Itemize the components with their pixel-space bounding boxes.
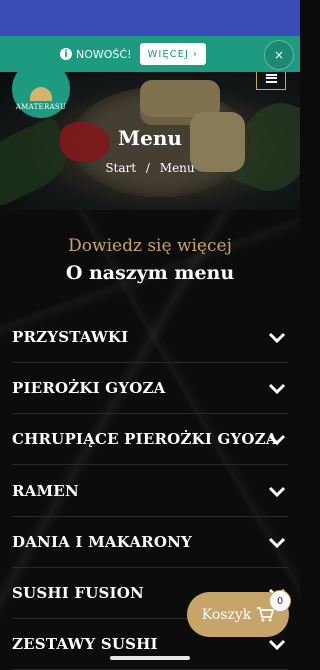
accordion-item-pierozki-gyoza[interactable]: PIEROŻKI GYOZA	[12, 363, 288, 414]
cart-count-badge: 0	[269, 590, 291, 612]
breadcrumb: Start / Menu	[0, 161, 300, 175]
section-subtitle: Dowiedz się więcej	[68, 236, 232, 256]
more-button[interactable]: WIĘCEJ ›	[139, 43, 206, 65]
accordion-item-dania-i-makarony[interactable]: DANIA I MAKARONY	[12, 517, 288, 568]
breadcrumb-start-link[interactable]: Start	[105, 161, 136, 175]
cart-label: Koszyk	[201, 606, 252, 623]
accordion-item-chrupiace-pierozki-gyoza[interactable]: CHRUPIĄCE PIEROŻKI GYOZA	[12, 414, 288, 465]
logo-mark-icon	[30, 87, 52, 101]
notice-bar: i NOWOŚĆ! WIĘCEJ › ×	[0, 36, 300, 72]
accordion-item-ramen[interactable]: RAMEN	[12, 466, 288, 517]
info-icon: i	[60, 48, 72, 60]
close-icon: ×	[273, 48, 285, 62]
notice-text: NOWOŚĆ!	[76, 47, 132, 61]
status-bar	[0, 0, 300, 36]
menu-toggle-button[interactable]	[256, 72, 286, 90]
chevron-down-icon	[268, 537, 286, 549]
section-title: O naszym menu	[65, 262, 235, 284]
chevron-down-icon	[268, 332, 286, 344]
notice-content: i NOWOŚĆ! WIĘCEJ ›	[60, 42, 206, 66]
accordion-label: RAMEN	[12, 482, 79, 500]
cart-button[interactable]: Koszyk 0	[187, 590, 291, 637]
accordion-item-przystawki[interactable]: PRZYSTAWKI	[12, 312, 288, 363]
accordion-label: SUSHI FUSION	[12, 584, 144, 602]
logo-text: AMATERASU	[15, 103, 67, 111]
breadcrumb-separator: /	[145, 161, 150, 175]
chevron-down-icon	[268, 639, 286, 651]
page-title: Menu	[118, 126, 182, 150]
close-notice-button[interactable]: ×	[264, 40, 294, 70]
accordion-label: ZESTAWY SUSHI	[12, 635, 158, 653]
more-button-label: WIĘCEJ	[147, 48, 189, 60]
hero-banner: AMATERASU Menu Start / Menu	[0, 72, 300, 210]
chevron-down-icon	[268, 434, 286, 446]
breadcrumb-current: Menu	[159, 161, 195, 175]
home-indicator	[110, 656, 190, 660]
chevron-down-icon	[268, 383, 286, 395]
accordion-label: CHRUPIĄCE PIEROŻKI GYOZA	[12, 430, 278, 448]
accordion-label: PIEROŻKI GYOZA	[12, 379, 166, 397]
chevron-down-icon	[268, 486, 286, 498]
accordion-label: DANIA I MAKARONY	[12, 533, 192, 551]
hamburger-icon	[265, 73, 277, 83]
accordion-label: PRZYSTAWKI	[12, 328, 129, 346]
cart-icon	[257, 607, 275, 622]
chevron-right-icon: ›	[192, 48, 198, 60]
